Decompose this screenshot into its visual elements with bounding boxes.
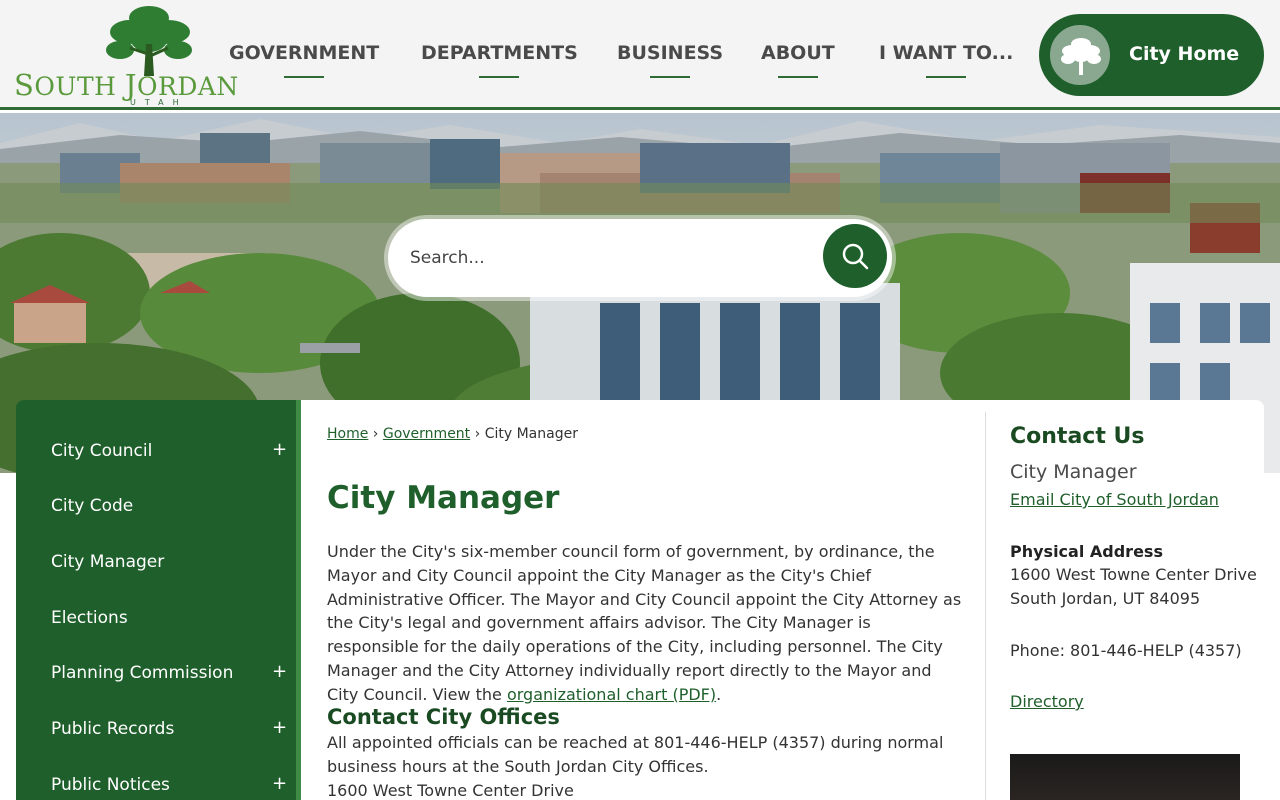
breadcrumb-government[interactable]: Government xyxy=(383,426,470,442)
column-divider xyxy=(985,412,986,800)
page-title: City Manager xyxy=(327,480,560,516)
intro-paragraph: Under the City's six-member council form… xyxy=(327,542,962,704)
breadcrumb-home[interactable]: Home xyxy=(327,426,368,442)
sidebar-item-public-notices[interactable]: Public Notices xyxy=(51,775,170,795)
sidebar-item-planning-commission[interactable]: Planning Commission xyxy=(51,663,233,683)
sidebar-nav: City Council + City Code City Manager El… xyxy=(16,400,301,800)
sidebar-item-city-manager[interactable]: City Manager xyxy=(51,552,164,572)
breadcrumb: Home › Government › City Manager xyxy=(327,426,578,442)
org-chart-link[interactable]: organizational chart (PDF) xyxy=(507,685,716,704)
address-line-2: South Jordan, UT 84095 xyxy=(1010,589,1201,608)
search-box xyxy=(384,215,896,301)
nav-about[interactable]: ABOUT xyxy=(761,42,835,78)
sidebar-item-public-records[interactable]: Public Records xyxy=(51,719,174,739)
contact-offices-heading: Contact City Offices xyxy=(327,705,560,729)
logo-state: UTAH xyxy=(130,98,188,107)
email-link[interactable]: Email City of South Jordan xyxy=(1010,490,1219,509)
sidebar-item-city-council[interactable]: City Council xyxy=(51,441,152,461)
sidebar-item-elections[interactable]: Elections xyxy=(51,608,128,628)
site-header: SOUTH JORDAN UTAH GOVERNMENT DEPARTMENTS… xyxy=(0,0,1280,110)
contact-photo xyxy=(1010,754,1240,800)
contact-name: City Manager xyxy=(1010,461,1137,483)
nav-business[interactable]: BUSINESS xyxy=(617,42,723,78)
city-home-button[interactable]: City Home xyxy=(1039,14,1264,96)
address-line-1: 1600 West Towne Center Drive xyxy=(1010,565,1257,584)
phone-number: Phone: 801-446-HELP (4357) xyxy=(1010,641,1242,660)
logo-wordmark: SOUTH JORDAN xyxy=(14,68,239,102)
tree-icon xyxy=(106,6,192,76)
nav-government[interactable]: GOVERNMENT xyxy=(229,42,379,78)
physical-address-label: Physical Address xyxy=(1010,542,1163,561)
nav-departments[interactable]: DEPARTMENTS xyxy=(421,42,578,78)
expand-icon[interactable]: + xyxy=(272,661,287,682)
contact-offices-text: All appointed officials can be reached a… xyxy=(327,733,944,800)
search-input[interactable] xyxy=(388,219,892,297)
expand-icon[interactable]: + xyxy=(272,717,287,738)
city-home-tree-icon xyxy=(1047,22,1113,88)
breadcrumb-current: City Manager xyxy=(484,426,578,442)
nav-i-want-to[interactable]: I WANT TO... xyxy=(879,42,1013,78)
search-icon xyxy=(842,243,869,270)
expand-icon[interactable]: + xyxy=(272,439,287,460)
search-button[interactable] xyxy=(823,224,887,288)
expand-icon[interactable]: + xyxy=(272,773,287,794)
directory-link[interactable]: Directory xyxy=(1010,692,1084,711)
south-jordan-logo[interactable]: SOUTH JORDAN UTAH xyxy=(14,4,238,107)
sidebar-item-city-code[interactable]: City Code xyxy=(51,496,133,516)
contact-us-heading: Contact Us xyxy=(1010,424,1145,449)
city-home-label: City Home xyxy=(1129,43,1240,65)
